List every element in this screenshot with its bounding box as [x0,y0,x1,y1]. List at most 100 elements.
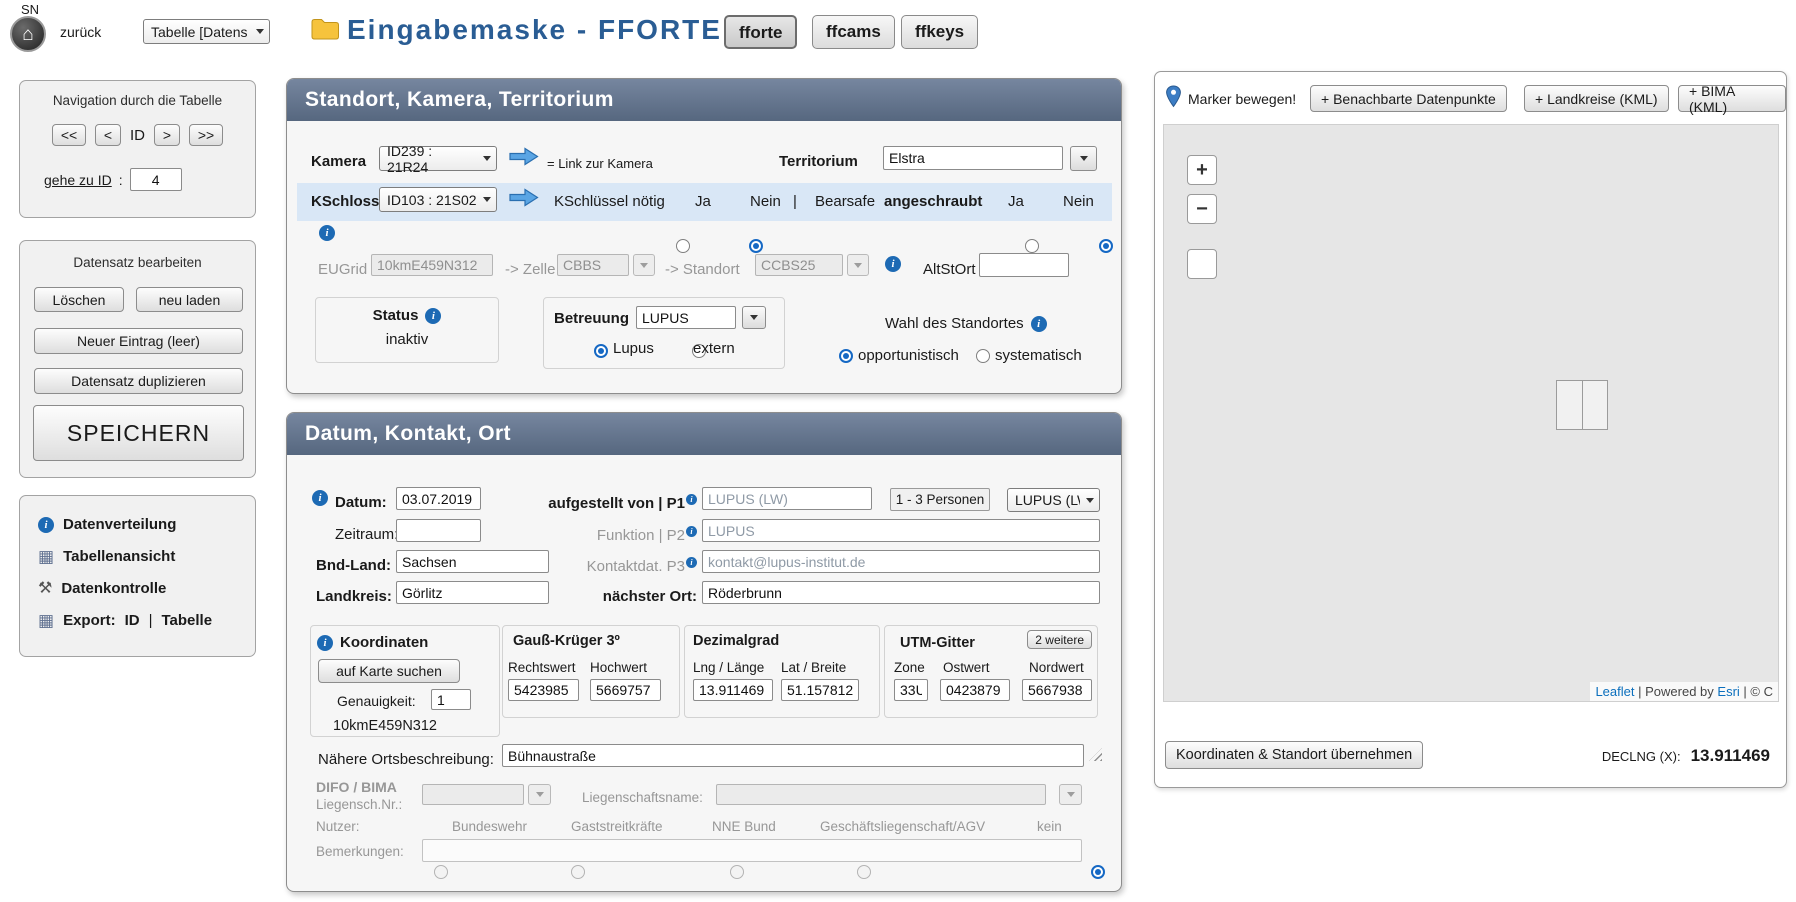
landkreis-input[interactable] [396,581,549,604]
p1-select[interactable]: LUPUS (LW [1007,488,1100,512]
grid-cell-marker[interactable] [1556,380,1608,430]
sn-label: SN [21,2,39,17]
declng-label: DECLNG (X): [1602,749,1681,764]
utm-ost-input[interactable] [940,679,1010,701]
link-arrow-icon[interactable] [509,147,539,170]
map-layers-button[interactable] [1187,249,1217,279]
koordinaten-info-icon[interactable] [317,635,333,651]
kschluessel-nein-label: Nein [750,193,781,210]
esri-link[interactable]: Esri [1717,684,1739,699]
map-area[interactable]: + − Leaflet | Powered by Esri | © C [1163,124,1779,702]
koordinaten-group: Koordinaten auf Karte suchen Genauigkeit… [310,625,500,737]
p2-label-wrap: Funktion | P2 [545,526,697,544]
dg-lng-label: Lng / Länge [693,660,764,675]
territorium-input[interactable] [883,146,1063,170]
betreuung-lupus-radio[interactable] [594,344,608,358]
zeitraum-input[interactable] [396,519,481,542]
p1-info-icon[interactable] [686,494,697,505]
nutzer-label: Nutzer: [316,819,360,834]
back-label[interactable]: zurück [60,24,101,40]
p2-info-icon[interactable] [686,526,697,537]
gk-rechtswert-input[interactable] [508,679,579,701]
kschluessel-ja-radio[interactable] [676,239,690,253]
altstort-input[interactable] [979,253,1069,277]
benachbarte-datenpunkte-button[interactable]: + Benachbarte Datenpunkte [1310,85,1507,112]
personen-button[interactable]: 1 - 3 Personen [890,488,990,511]
ort-input[interactable] [702,581,1100,604]
bearsafe-nein-radio[interactable] [1099,239,1113,253]
map-pin-icon [1165,85,1182,112]
koordinaten-uebernehmen-button[interactable]: Koordinaten & Standort übernehmen [1165,741,1423,769]
utm-more-button[interactable]: 2 weitere [1027,630,1092,649]
wahl-header: Wahl des Standortes [885,315,1047,332]
p3-input[interactable] [702,550,1100,573]
utm-ost-label: Ostwert [943,660,990,675]
bearsafe-ja-radio[interactable] [1025,239,1039,253]
p2-input[interactable] [702,519,1100,542]
landkreise-kml-button[interactable]: + Landkreise (KML) [1524,85,1669,112]
tab-fforte[interactable]: fforte [724,15,797,49]
datum-info-icon[interactable] [312,490,328,506]
betreuung-group: Betreuung Lupus extern [543,297,785,369]
datenverteilung-link[interactable]: Datenverteilung [38,516,176,533]
datum-input[interactable] [396,487,481,510]
liegensch-nr-label: Liegensch.Nr.: [316,797,402,812]
duplicate-button[interactable]: Datensatz duplizieren [34,368,243,394]
bima-kml-button[interactable]: + BIMA (KML) [1678,85,1786,112]
utm-nord-input[interactable] [1022,679,1092,701]
wahl-opportunistisch-radio[interactable] [839,349,853,363]
resize-grip-icon[interactable] [1089,748,1102,761]
p3-info-icon[interactable] [686,557,697,568]
liegensch-nr-input [422,784,524,805]
info-icon [38,517,54,533]
karte-suchen-button[interactable]: auf Karte suchen [318,659,460,683]
utm-nord-label: Nordwert [1029,660,1084,675]
kschluessel-nein-radio[interactable] [749,239,763,253]
kamera-select[interactable]: ID239 : 21R24 [379,146,497,171]
dg-lat-input[interactable] [781,679,859,701]
datenkontrolle-link[interactable]: Datenkontrolle [38,580,166,597]
betreuung-dropdown-button[interactable] [742,306,766,329]
delete-button[interactable]: Löschen [34,287,124,312]
territorium-dropdown-button[interactable] [1070,146,1097,171]
nutzer-nne-label: NNE Bund [712,819,776,834]
utm-zone-input[interactable] [894,679,928,701]
last-record-button[interactable]: >> [189,124,223,146]
next-record-button[interactable]: > [154,124,180,146]
ortsbeschreibung-input[interactable] [502,744,1084,767]
save-button[interactable]: SPEICHERN [33,405,244,461]
export-id-link[interactable]: ID [125,612,140,629]
p1-input[interactable] [702,487,872,510]
leaflet-link[interactable]: Leaflet [1595,684,1634,699]
status-info-icon[interactable] [425,308,441,324]
table-select[interactable]: Tabelle [Datens [143,19,270,44]
link-arrow-icon[interactable] [509,188,539,211]
home-icon[interactable] [10,16,46,52]
bndland-input[interactable] [396,550,549,573]
zoom-in-button[interactable]: + [1187,155,1217,185]
goto-id-link[interactable]: gehe zu ID [44,172,112,188]
gk-hochwert-input[interactable] [590,679,661,701]
prev-record-button[interactable]: < [95,124,121,146]
betreuung-input[interactable] [636,306,736,329]
standort-info-icon[interactable] [885,256,901,272]
kschloss-info-icon[interactable] [319,225,335,241]
zoom-out-button[interactable]: − [1187,194,1217,224]
tab-ffkeys[interactable]: ffkeys [901,15,978,49]
dg-lng-input[interactable] [693,679,773,701]
tab-ffcams[interactable]: ffcams [812,15,895,49]
new-entry-button[interactable]: Neuer Eintrag (leer) [34,328,243,354]
goto-id-input[interactable] [130,168,182,191]
genauigkeit-input[interactable] [431,689,471,710]
betreuung-extern-label: extern [693,340,735,357]
export-table-link[interactable]: Tabelle [161,612,212,629]
reload-button[interactable]: neu laden [136,287,243,312]
wahl-systematisch-radio[interactable] [976,349,990,363]
tabellenansicht-link[interactable]: Tabellenansicht [38,548,175,565]
kschloss-select-value: ID103 : 21S02 [387,192,477,208]
wahl-info-icon[interactable] [1031,316,1047,332]
dg-lat-label: Lat / Breite [781,660,846,675]
standort-label: -> Standort [665,261,740,278]
kschloss-select[interactable]: ID103 : 21S02 [379,187,497,212]
first-record-button[interactable]: << [52,124,86,146]
